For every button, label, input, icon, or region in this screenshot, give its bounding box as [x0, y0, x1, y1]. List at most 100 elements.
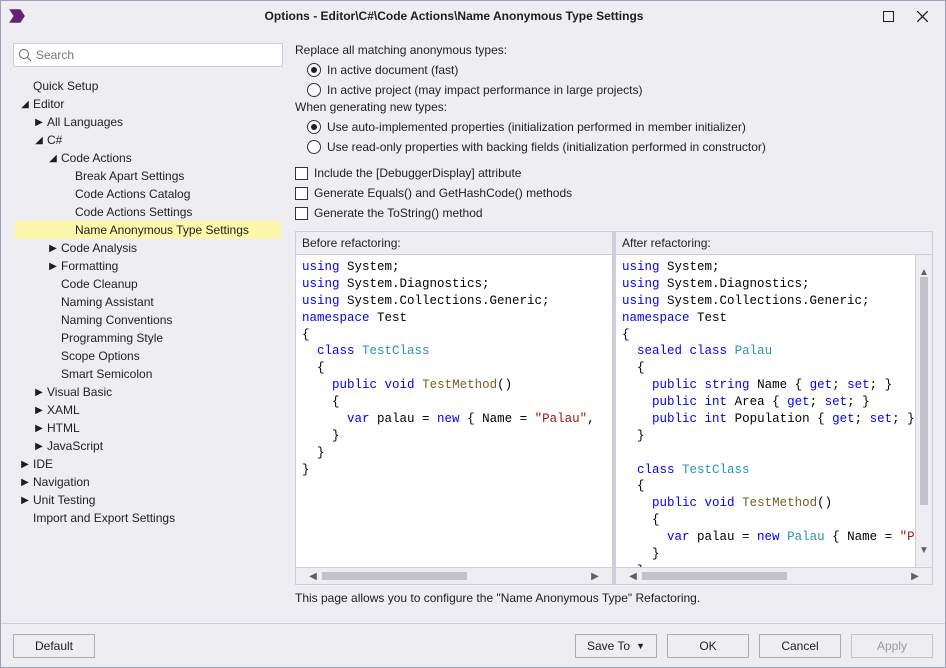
scroll-left-icon[interactable]: ◀: [628, 571, 638, 581]
after-hscroll[interactable]: ◀ ▶: [616, 567, 932, 584]
tree-ide[interactable]: ▶IDE: [15, 455, 281, 473]
checkbox-icon: [295, 167, 308, 180]
before-header: Before refactoring:: [296, 232, 612, 255]
scroll-thumb[interactable]: [322, 572, 467, 580]
label: Save To: [587, 639, 630, 653]
tree-label: Break Apart Settings: [75, 169, 184, 183]
tree-import-export[interactable]: ▶Import and Export Settings: [15, 509, 281, 527]
options-window: Options - Editor\C#\Code Actions\Name An…: [0, 0, 946, 668]
label: In active project (may impact performanc…: [327, 83, 642, 97]
tree-label: Naming Conventions: [61, 313, 172, 327]
label: Include the [DebuggerDisplay] attribute: [314, 166, 521, 180]
scroll-track[interactable]: [920, 277, 928, 545]
window-title: Options - Editor\C#\Code Actions\Name An…: [37, 9, 871, 23]
tree-unit-testing[interactable]: ▶Unit Testing: [15, 491, 281, 509]
tree-naming-conventions[interactable]: ▶Naming Conventions: [15, 311, 281, 329]
tree-all-languages[interactable]: ▶All Languages: [15, 113, 281, 131]
checkbox-icon: [295, 187, 308, 200]
tree-xaml[interactable]: ▶XAML: [15, 401, 281, 419]
tree-naming-assistant[interactable]: ▶Naming Assistant: [15, 293, 281, 311]
close-button[interactable]: [905, 4, 939, 28]
after-column: After refactoring: using System; using S…: [616, 232, 932, 584]
tree-label: Unit Testing: [33, 493, 95, 507]
checkbox-icon: [295, 207, 308, 220]
tree-code-cleanup[interactable]: ▶Code Cleanup: [15, 275, 281, 293]
check-tostring[interactable]: Generate the ToString() method: [295, 203, 933, 223]
before-body-wrap: using System; using System.Diagnostics; …: [296, 255, 612, 567]
radio-icon: [307, 120, 321, 134]
default-button[interactable]: Default: [13, 634, 95, 658]
tree-smart-semicolon[interactable]: ▶Smart Semicolon: [15, 365, 281, 383]
tree-javascript[interactable]: ▶JavaScript: [15, 437, 281, 455]
tree-name-anonymous[interactable]: ▶Name Anonymous Type Settings: [15, 221, 281, 239]
ok-button[interactable]: OK: [667, 634, 749, 658]
tree-label: Smart Semicolon: [61, 367, 152, 381]
maximize-button[interactable]: [871, 4, 905, 28]
label: When generating new types:: [295, 100, 447, 114]
radio-icon: [307, 140, 321, 154]
after-code: using System; using System.Diagnostics; …: [616, 255, 932, 567]
search-icon: [18, 48, 32, 62]
label: Apply: [877, 639, 907, 653]
radio-active-project[interactable]: In active project (may impact performanc…: [295, 80, 933, 100]
tree-break-apart[interactable]: ▶Break Apart Settings: [15, 167, 281, 185]
preview-row: Before refactoring: using System; using …: [295, 231, 933, 585]
tree-label: All Languages: [47, 115, 123, 129]
scroll-track[interactable]: [322, 572, 586, 580]
tree-ca-settings[interactable]: ▶Code Actions Settings: [15, 203, 281, 221]
scroll-down-icon[interactable]: ▼: [919, 545, 929, 555]
radio-active-document[interactable]: In active document (fast): [295, 60, 933, 80]
label: Generate the ToString() method: [314, 206, 483, 220]
tree-catalog[interactable]: ▶Code Actions Catalog: [15, 185, 281, 203]
generate-header: When generating new types:: [295, 100, 933, 117]
after-vscroll[interactable]: ▲ ▼: [915, 255, 932, 567]
scroll-track[interactable]: [642, 572, 906, 580]
tree-formatting[interactable]: ▶Formatting: [15, 257, 281, 275]
scroll-up-icon[interactable]: ▲: [919, 267, 929, 277]
tree-label: Programming Style: [61, 331, 163, 345]
tree-label: HTML: [47, 421, 80, 435]
body: ▶Quick Setup ◢Editor ▶All Languages ◢C# …: [1, 31, 945, 623]
save-to-button[interactable]: Save To▼: [575, 634, 657, 658]
tree-label: IDE: [33, 457, 53, 471]
tree-visual-basic[interactable]: ▶Visual Basic: [15, 383, 281, 401]
tree-html[interactable]: ▶HTML: [15, 419, 281, 437]
tree-editor[interactable]: ◢Editor: [15, 95, 281, 113]
replace-header: Replace all matching anonymous types:: [295, 43, 933, 60]
tree-quick-setup[interactable]: ▶Quick Setup: [15, 77, 281, 95]
scroll-right-icon[interactable]: ▶: [590, 571, 600, 581]
scroll-right-icon[interactable]: ▶: [910, 571, 920, 581]
tree-code-analysis[interactable]: ▶Code Analysis: [15, 239, 281, 257]
search-box[interactable]: [13, 43, 283, 67]
check-debuggerdisplay[interactable]: Include the [DebuggerDisplay] attribute: [295, 163, 933, 183]
check-equals-hashcode[interactable]: Generate Equals() and GetHashCode() meth…: [295, 183, 933, 203]
cancel-button[interactable]: Cancel: [759, 634, 841, 658]
before-code: using System; using System.Diagnostics; …: [296, 255, 612, 567]
tree-label: Scope Options: [61, 349, 140, 363]
tree-navigation[interactable]: ▶Navigation: [15, 473, 281, 491]
tree-scope-options[interactable]: ▶Scope Options: [15, 347, 281, 365]
tree-label: Code Actions Settings: [75, 205, 192, 219]
tree-label: XAML: [47, 403, 80, 417]
scroll-thumb[interactable]: [642, 572, 787, 580]
apply-button[interactable]: Apply: [851, 634, 933, 658]
left-panel: ▶Quick Setup ◢Editor ▶All Languages ◢C# …: [13, 43, 283, 611]
label: Replace all matching anonymous types:: [295, 43, 507, 57]
tree-programming-style[interactable]: ▶Programming Style: [15, 329, 281, 347]
tree-label: Import and Export Settings: [33, 511, 175, 525]
after-header: After refactoring:: [616, 232, 932, 255]
label: Use read-only properties with backing fi…: [327, 140, 766, 154]
label: Generate Equals() and GetHashCode() meth…: [314, 186, 572, 200]
scroll-thumb[interactable]: [920, 277, 928, 505]
tree-label: Visual Basic: [47, 385, 112, 399]
before-hscroll[interactable]: ◀ ▶: [296, 567, 612, 584]
radio-readonly-properties[interactable]: Use read-only properties with backing fi…: [295, 137, 933, 157]
options-tree[interactable]: ▶Quick Setup ◢Editor ▶All Languages ◢C# …: [13, 73, 283, 611]
tree-csharp[interactable]: ◢C#: [15, 131, 281, 149]
tree-code-actions[interactable]: ◢Code Actions: [15, 149, 281, 167]
radio-auto-properties[interactable]: Use auto-implemented properties (initial…: [295, 117, 933, 137]
tree-label: Code Actions Catalog: [75, 187, 190, 201]
search-input[interactable]: [18, 47, 278, 63]
tree-label: C#: [47, 133, 62, 147]
scroll-left-icon[interactable]: ◀: [308, 571, 318, 581]
